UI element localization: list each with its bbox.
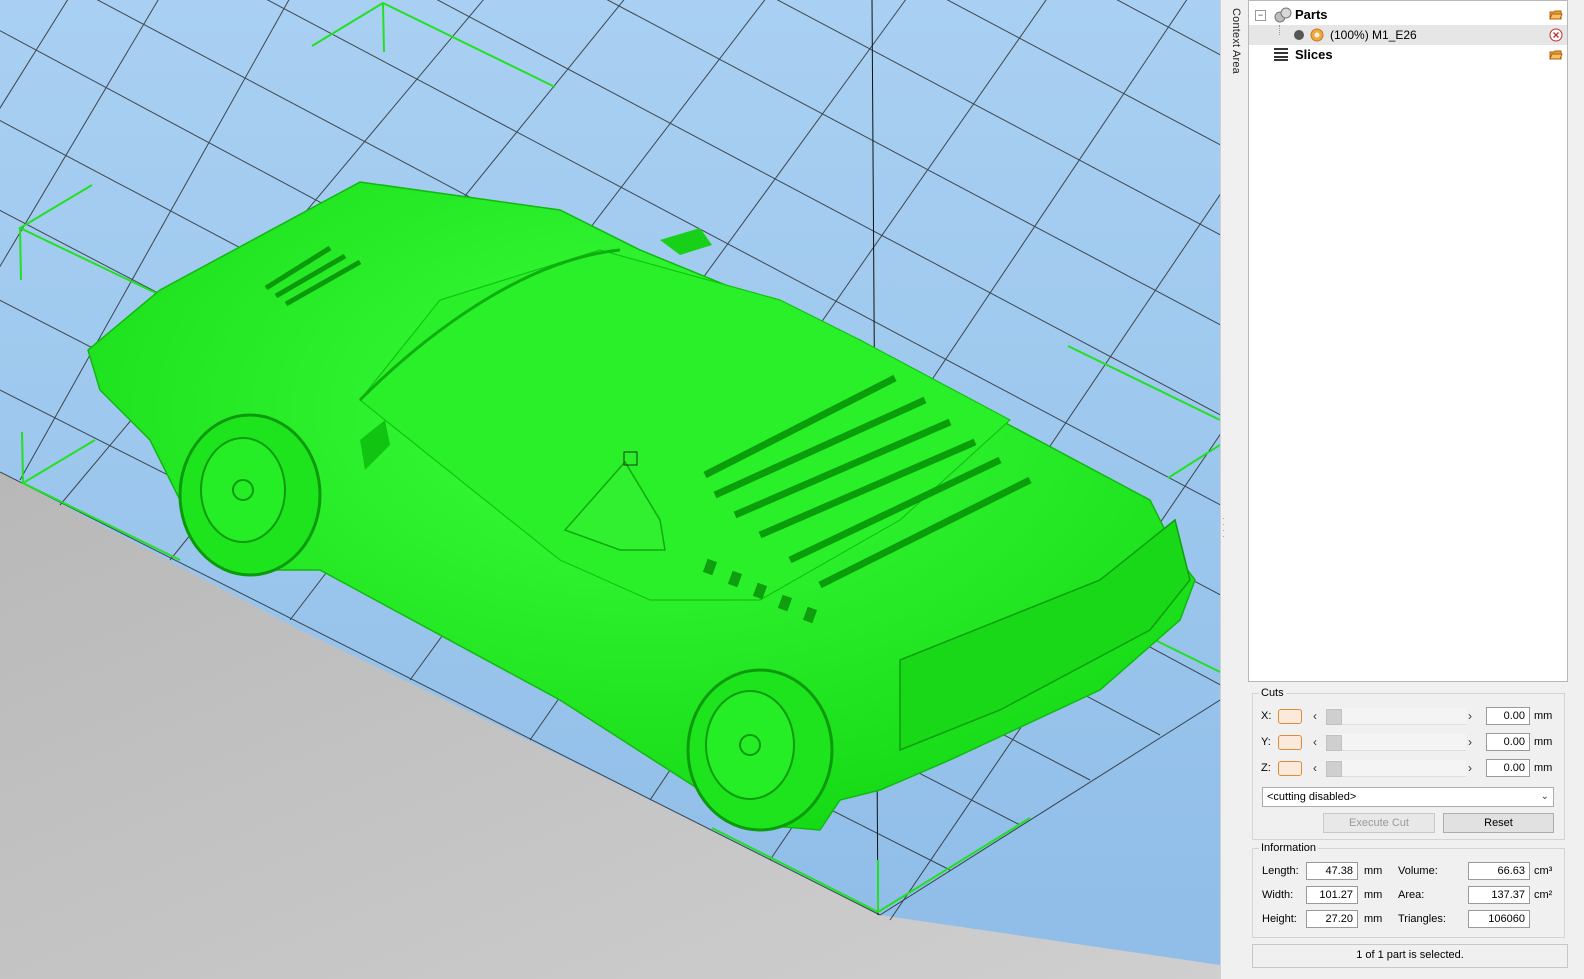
- width-unit: mm: [1364, 889, 1383, 901]
- length-label: Length:: [1262, 865, 1299, 877]
- cut-x-unit: mm: [1534, 710, 1553, 722]
- height-unit: mm: [1364, 913, 1383, 925]
- scene: [0, 0, 1220, 979]
- cut-x-increase-icon[interactable]: ›: [1468, 709, 1472, 723]
- cut-y-slider-thumb[interactable]: [1326, 735, 1342, 751]
- 3d-viewport[interactable]: [0, 0, 1220, 979]
- open-folder-icon[interactable]: [1549, 8, 1563, 22]
- slices-label: Slices: [1295, 47, 1333, 62]
- tree-connector: [1279, 25, 1281, 35]
- execute-cut-button[interactable]: Execute Cut: [1323, 813, 1435, 833]
- parts-label: Parts: [1295, 7, 1328, 22]
- volume-value: 66.63: [1468, 862, 1530, 880]
- height-label: Height:: [1262, 913, 1297, 925]
- cut-y-increase-icon[interactable]: ›: [1468, 735, 1472, 749]
- context-area-tab[interactable]: Context Area: [1226, 8, 1242, 74]
- triangles-label: Triangles:: [1398, 913, 1446, 925]
- part-name: (100%) M1_E26: [1330, 28, 1417, 42]
- cut-z-label: Z:: [1261, 762, 1271, 774]
- cut-x-decrease-icon[interactable]: ‹: [1313, 709, 1317, 723]
- parts-icon: [1274, 7, 1292, 23]
- width-label: Width:: [1262, 889, 1294, 901]
- cut-z-unit: mm: [1534, 762, 1553, 774]
- cut-z-decrease-icon[interactable]: ‹: [1313, 761, 1317, 775]
- cut-z-toggle[interactable]: [1278, 761, 1302, 776]
- height-value: 27.20: [1306, 910, 1358, 928]
- cut-y-toggle[interactable]: [1278, 735, 1302, 750]
- cut-y-input[interactable]: 0.00: [1486, 733, 1530, 751]
- collapse-icon[interactable]: −: [1255, 10, 1266, 21]
- cut-y-decrease-icon[interactable]: ‹: [1313, 735, 1317, 749]
- length-unit: mm: [1364, 865, 1383, 877]
- cut-z-slider[interactable]: [1326, 760, 1466, 777]
- reset-button[interactable]: Reset: [1443, 813, 1554, 833]
- slices-icon: [1274, 48, 1288, 61]
- area-value: 137.37: [1468, 886, 1530, 904]
- cut-mode-value: <cutting disabled>: [1267, 791, 1357, 803]
- selection-status: 1 of 1 part is selected.: [1252, 944, 1568, 968]
- cut-y-unit: mm: [1534, 736, 1553, 748]
- cut-y-label: Y:: [1261, 736, 1271, 748]
- width-value: 101.27: [1306, 886, 1358, 904]
- cut-z-increase-icon[interactable]: ›: [1468, 761, 1472, 775]
- visibility-dot-icon[interactable]: [1293, 29, 1305, 41]
- volume-label: Volume:: [1398, 865, 1438, 877]
- area-unit: cm²: [1534, 889, 1553, 901]
- part-color-icon[interactable]: [1310, 28, 1324, 42]
- cut-x-toggle[interactable]: [1278, 709, 1302, 724]
- tree-item-slices[interactable]: Slices: [1249, 45, 1567, 65]
- length-value: 47.38: [1306, 862, 1358, 880]
- right-panel: − Parts (100%) M1_E26 Slices Cuts X: ‹ ›…: [1248, 0, 1584, 979]
- cut-mode-select[interactable]: <cutting disabled> ⌄: [1262, 787, 1554, 807]
- cut-x-label: X:: [1261, 710, 1272, 722]
- cut-x-input[interactable]: 0.00: [1486, 707, 1530, 725]
- cuts-title: Cuts: [1259, 687, 1286, 699]
- tree-item-part[interactable]: (100%) M1_E26: [1249, 25, 1567, 45]
- area-label: Area:: [1398, 889, 1425, 901]
- splitter-grip-icon[interactable]: · · · ·: [1222, 514, 1225, 541]
- cut-x-slider[interactable]: [1326, 708, 1466, 725]
- volume-unit: cm³: [1534, 865, 1553, 877]
- cut-y-slider[interactable]: [1326, 734, 1466, 751]
- cut-z-slider-thumb[interactable]: [1326, 761, 1342, 777]
- remove-part-icon[interactable]: [1549, 28, 1563, 42]
- open-slices-folder-icon[interactable]: [1549, 48, 1563, 62]
- tree-item-parts[interactable]: − Parts: [1249, 5, 1567, 25]
- panel-splitter[interactable]: [1220, 0, 1249, 979]
- cut-z-input[interactable]: 0.00: [1486, 759, 1530, 777]
- chevron-down-icon[interactable]: ⌄: [1541, 788, 1549, 806]
- cut-x-slider-thumb[interactable]: [1326, 709, 1342, 725]
- information-title: Information: [1259, 842, 1319, 854]
- triangles-value: 106060: [1468, 910, 1530, 928]
- parts-tree[interactable]: − Parts (100%) M1_E26 Slices: [1248, 0, 1568, 682]
